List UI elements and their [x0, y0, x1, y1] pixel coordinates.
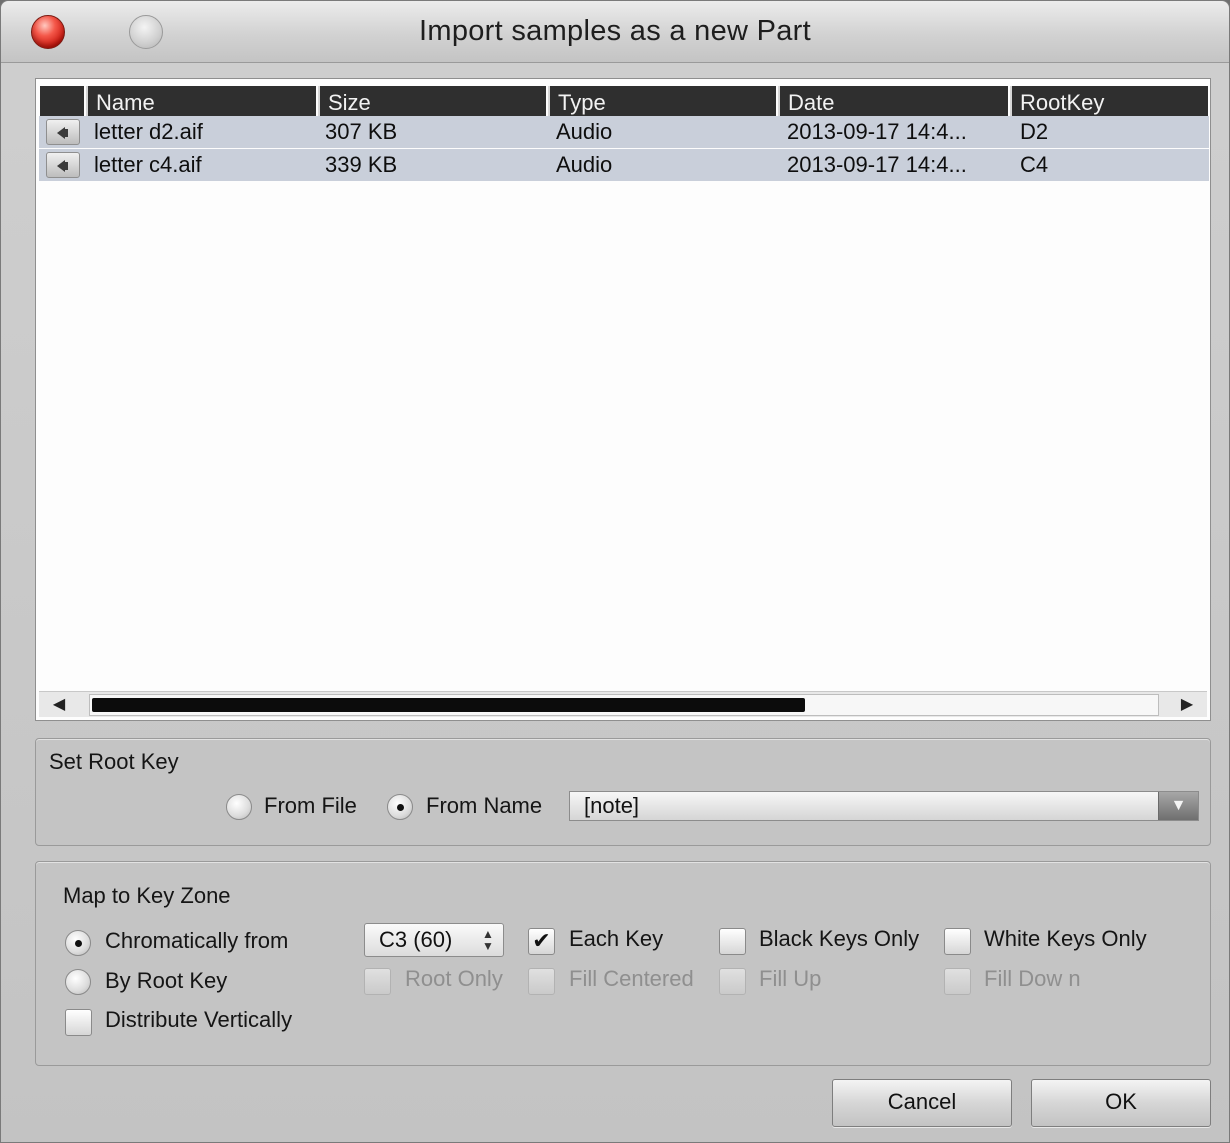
chevron-down-icon[interactable]: ▼: [1158, 792, 1198, 820]
column-header-size[interactable]: Size: [318, 86, 546, 119]
table-row[interactable]: letter c4.aif 339 KB Audio 2013-09-17 14…: [39, 149, 1209, 181]
cell-date: 2013-09-17 14:4...: [787, 119, 967, 144]
scroll-track[interactable]: [89, 694, 1159, 716]
cell-type: Audio: [556, 152, 613, 177]
cell-date: 2013-09-17 14:4...: [787, 152, 967, 177]
table-row[interactable]: letter d2.aif 307 KB Audio 2013-09-17 14…: [39, 116, 1209, 148]
distribute-vertically-checkbox[interactable]: [65, 1009, 92, 1036]
title-bar: Import samples as a new Part: [1, 1, 1229, 63]
chromatically-label[interactable]: Chromatically from: [105, 926, 288, 956]
cell-name: letter c4.aif: [94, 152, 202, 177]
root-only-label: Root Only: [405, 966, 503, 991]
fill-centered-label: Fill Centered: [569, 966, 694, 991]
column-header-icon: [40, 86, 84, 119]
cancel-button[interactable]: Cancel: [832, 1079, 1012, 1127]
fill-centered-checkbox: [528, 968, 555, 995]
by-root-key-label[interactable]: By Root Key: [105, 966, 227, 996]
cell-rootkey: C4: [1020, 152, 1049, 177]
from-name-radio[interactable]: [387, 794, 413, 820]
from-file-radio[interactable]: [226, 794, 252, 820]
name-pattern-combobox[interactable]: [note] ▼: [569, 791, 1199, 821]
scroll-right-icon[interactable]: ▶: [1167, 692, 1207, 718]
fill-up-label: Fill Up: [759, 966, 822, 991]
chromatically-radio[interactable]: [65, 930, 91, 956]
import-dialog: Import samples as a new Part Name Size T…: [0, 0, 1230, 1143]
map-to-key-zone-label: Map to Key Zone: [63, 883, 231, 908]
stepper-arrows-icon[interactable]: ▲ ▼: [479, 928, 497, 952]
start-note-stepper[interactable]: C3 (60) ▲ ▼: [364, 923, 504, 957]
column-header-type[interactable]: Type: [548, 86, 776, 119]
each-key-label[interactable]: Each Key: [569, 924, 663, 954]
white-keys-only-checkbox[interactable]: [944, 928, 971, 955]
cell-rootkey: D2: [1020, 119, 1049, 144]
white-keys-only-label[interactable]: White Keys Only: [984, 924, 1147, 954]
scroll-thumb[interactable]: [92, 698, 805, 712]
ok-button[interactable]: OK: [1031, 1079, 1211, 1127]
name-pattern-value[interactable]: [note]: [584, 792, 639, 820]
sample-file-list[interactable]: Name Size Type Date RootKey letter d2.ai…: [35, 78, 1211, 721]
from-file-label[interactable]: From File: [264, 791, 357, 821]
black-keys-only-label[interactable]: Black Keys Only: [759, 924, 919, 954]
fill-down-checkbox: [944, 968, 971, 995]
scroll-left-icon[interactable]: ◀: [39, 692, 79, 718]
by-root-key-radio[interactable]: [65, 969, 91, 995]
cell-size: 339 KB: [325, 152, 398, 177]
fill-down-label: Fill Dow n: [984, 966, 1081, 991]
distribute-vertically-label[interactable]: Distribute Vertically: [105, 1005, 292, 1035]
window-title: Import samples as a new Part: [419, 15, 811, 47]
each-key-checkbox[interactable]: ✔: [528, 928, 555, 955]
speaker-icon[interactable]: [46, 119, 80, 145]
fill-up-checkbox: [719, 968, 746, 995]
root-only-checkbox: [364, 968, 391, 995]
horizontal-scrollbar[interactable]: ◀ ▶: [39, 691, 1207, 717]
column-header-date[interactable]: Date: [778, 86, 1008, 119]
cell-name: letter d2.aif: [94, 119, 203, 144]
cell-size: 307 KB: [325, 119, 398, 144]
cell-type: Audio: [556, 119, 613, 144]
speaker-icon[interactable]: [46, 152, 80, 178]
start-note-value[interactable]: C3 (60): [379, 924, 452, 956]
column-header-rootkey[interactable]: RootKey: [1010, 86, 1208, 119]
black-keys-only-checkbox[interactable]: [719, 928, 746, 955]
set-root-key-label: Set Root Key: [49, 749, 179, 774]
column-header-name[interactable]: Name: [86, 86, 316, 119]
from-name-label[interactable]: From Name: [426, 791, 542, 821]
